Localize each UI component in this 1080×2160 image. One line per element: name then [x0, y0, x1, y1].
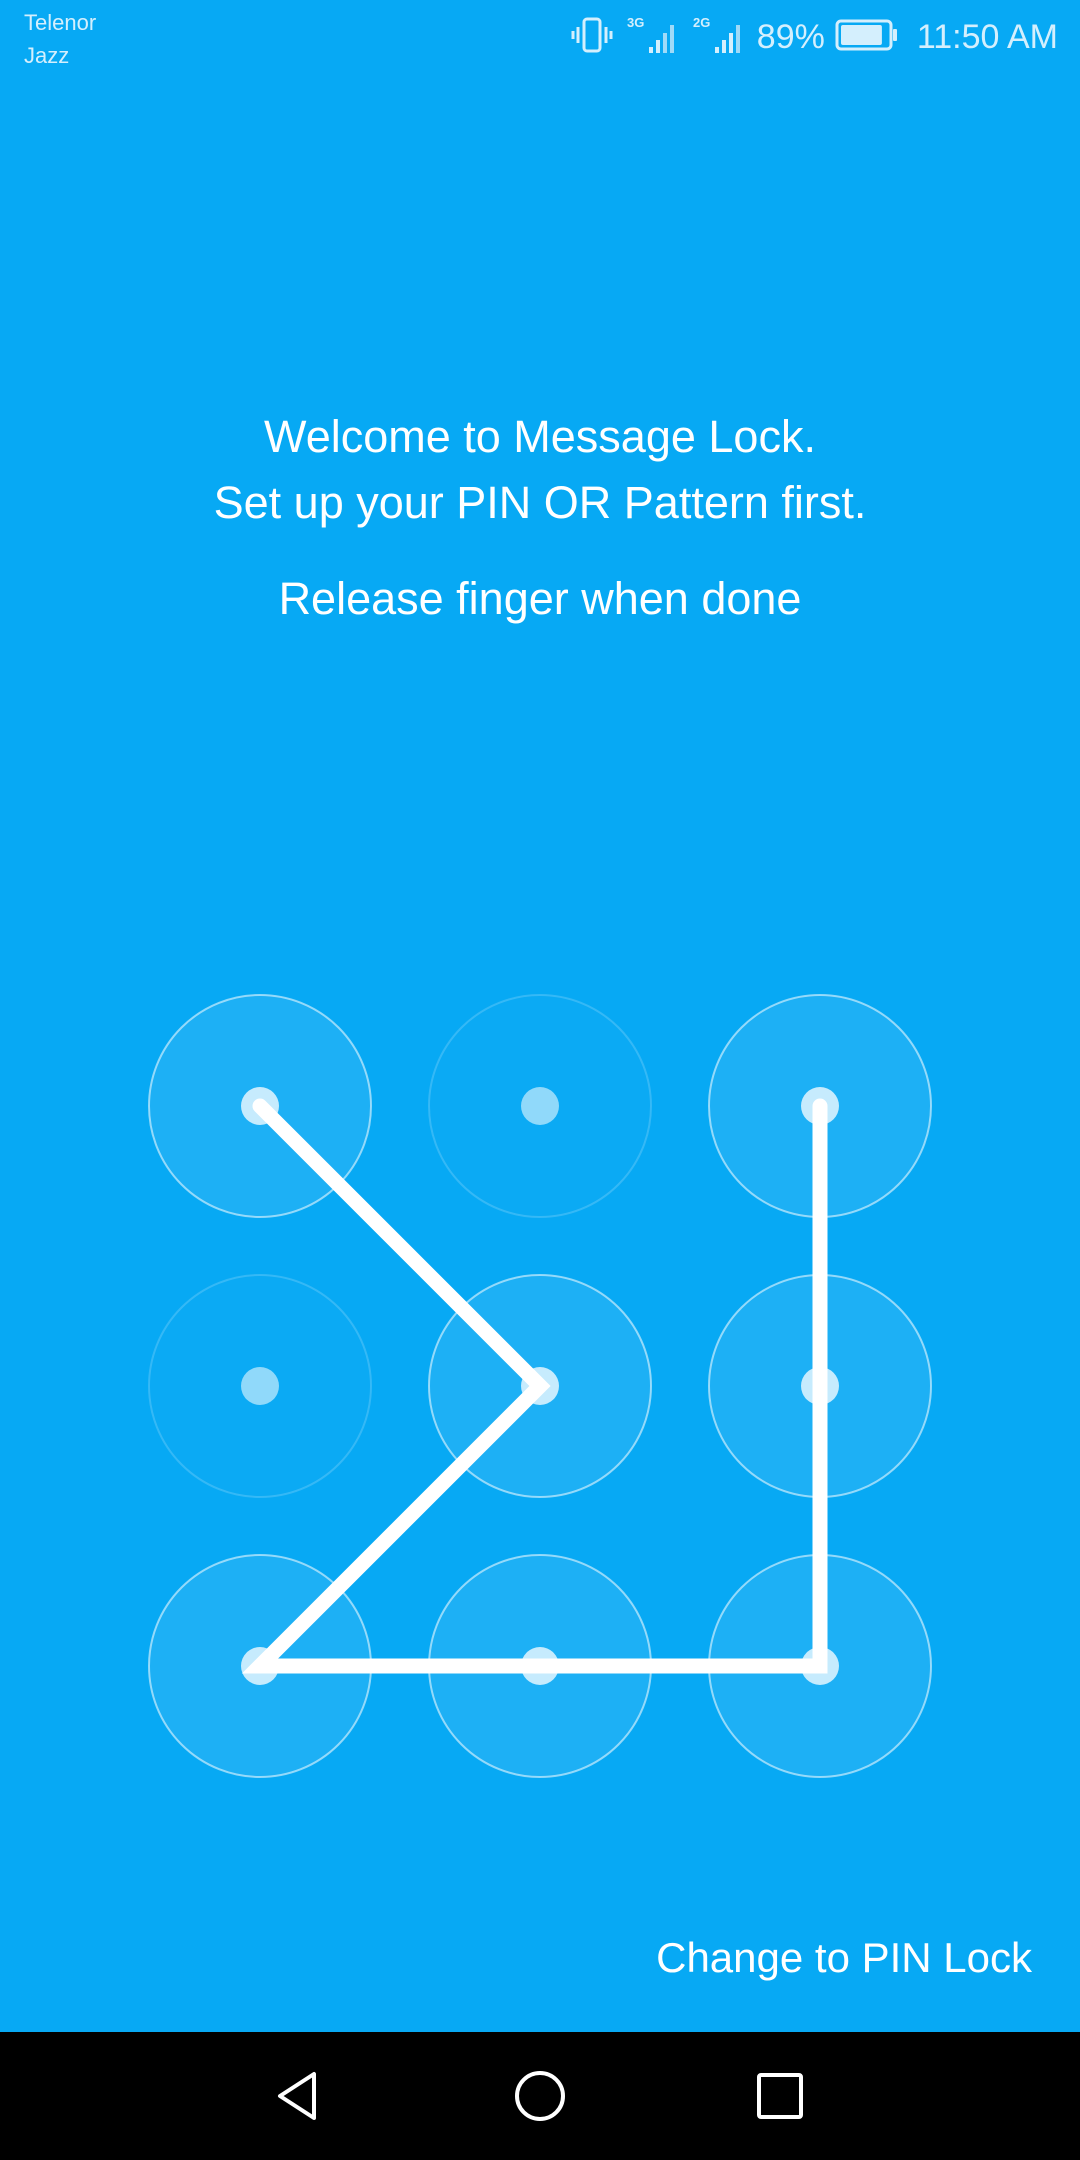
- recents-icon: [757, 2073, 803, 2119]
- pattern-node-dot-9: [801, 1647, 839, 1685]
- back-icon: [278, 2072, 316, 2120]
- home-icon: [515, 2071, 565, 2121]
- pattern-node-dot-3: [801, 1087, 839, 1125]
- pattern-node-dot-2: [521, 1087, 559, 1125]
- pattern-node-dot-6: [801, 1367, 839, 1405]
- home-button[interactable]: [500, 2056, 580, 2136]
- pattern-node-dot-4: [241, 1367, 279, 1405]
- pattern-area: [0, 0, 1080, 2160]
- navigation-bar: [0, 2032, 1080, 2160]
- pattern-node-dot-8: [521, 1647, 559, 1685]
- pattern-node-dot-5: [521, 1367, 559, 1405]
- pattern-grid[interactable]: [0, 0, 1080, 2160]
- pattern-node-dot-1: [241, 1087, 279, 1125]
- lock-setup-screen: Telenor Jazz 3G 2G 89% 11:50 AM Welcome …: [0, 0, 1080, 2160]
- change-to-pin-button[interactable]: Change to PIN Lock: [656, 1930, 1032, 1986]
- recents-button[interactable]: [740, 2056, 820, 2136]
- back-button[interactable]: [260, 2056, 340, 2136]
- pattern-node-dot-7: [241, 1647, 279, 1685]
